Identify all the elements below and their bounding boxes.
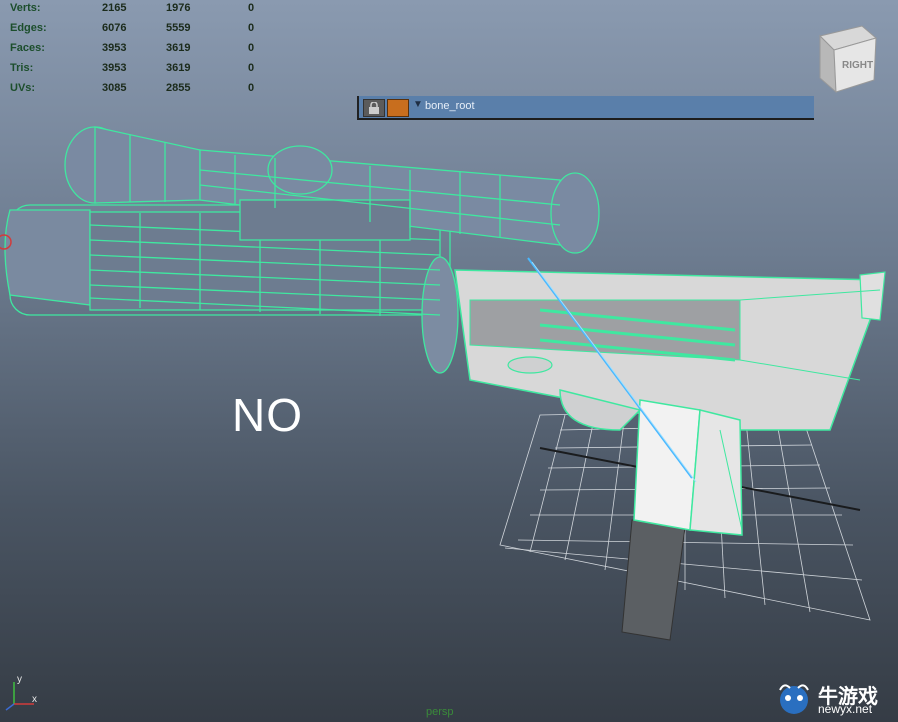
outliner-row[interactable]: ▼ bone_root: [357, 96, 814, 120]
viewcube-face-label: RIGHT: [842, 60, 873, 71]
watermark-logo: 牛游戏 newyx.net: [774, 676, 894, 720]
magazine-mesh: [621, 519, 687, 641]
lock-icon[interactable]: [363, 99, 385, 117]
chevron-down-icon[interactable]: ▼: [413, 99, 423, 110]
watermark-url: newyx.net: [818, 702, 873, 716]
bull-logo-icon: [779, 684, 809, 714]
camera-label: persp: [426, 706, 454, 718]
axis-y-label: y: [17, 674, 22, 685]
outliner-item-label[interactable]: bone_root: [425, 100, 475, 112]
viewcube[interactable]: RIGHT: [812, 22, 884, 94]
joint-icon[interactable]: [387, 99, 409, 117]
axis-x-label: x: [32, 694, 37, 705]
receiver-mesh: [454, 269, 886, 536]
overlay-text: NO: [232, 389, 303, 441]
axis-gizmo: y x: [5, 674, 37, 711]
